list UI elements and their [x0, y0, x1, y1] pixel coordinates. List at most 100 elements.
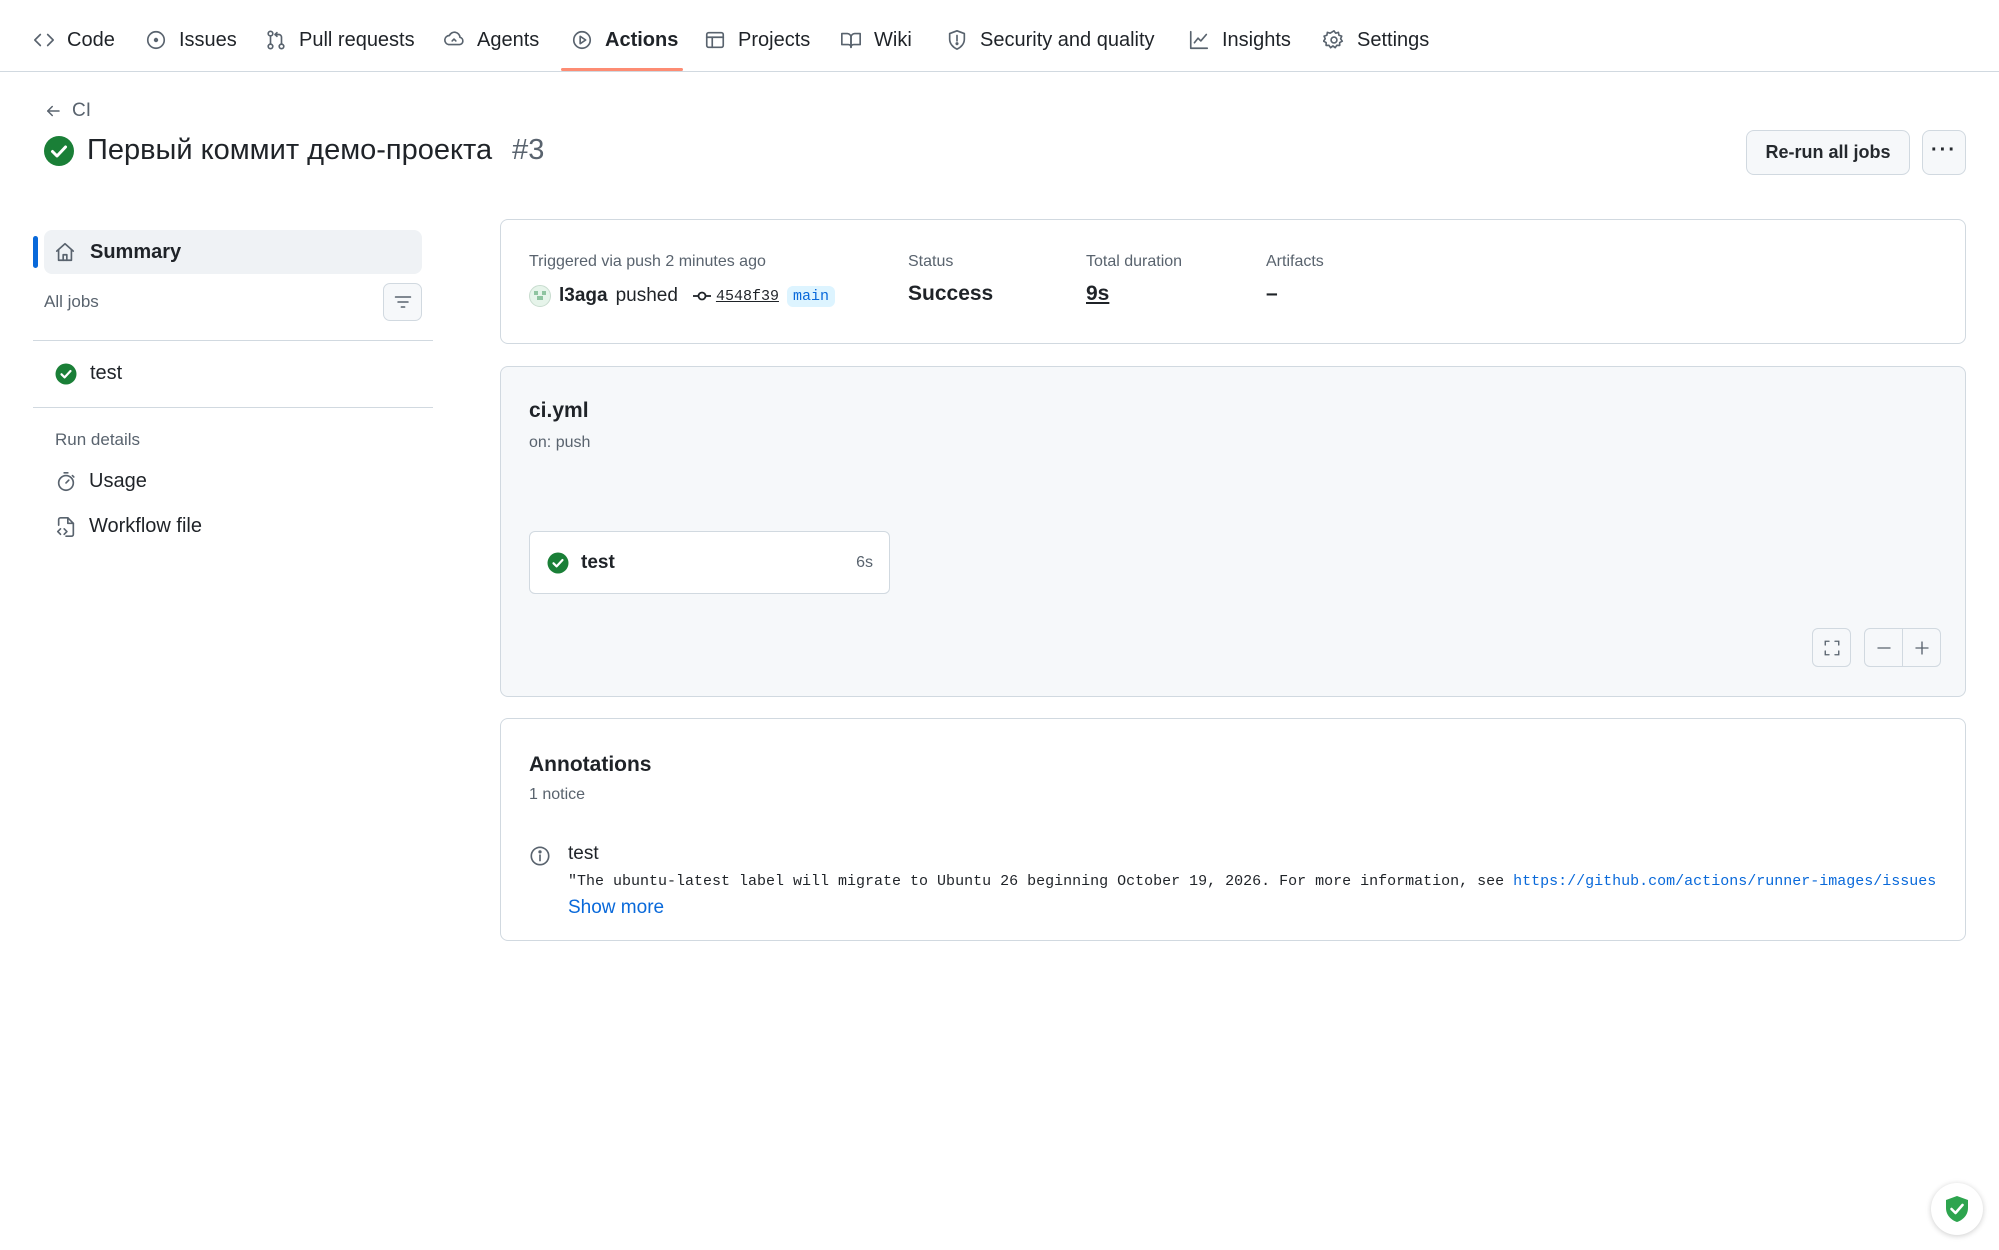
tab-label: Projects [738, 28, 811, 51]
sidebar-item-usage[interactable]: Usage [55, 470, 147, 493]
tab-label: Issues [179, 28, 237, 51]
trigger-label: Triggered via push 2 minutes ago [529, 253, 766, 270]
file-code-icon [56, 516, 75, 537]
tab-code[interactable]: Code [33, 20, 115, 60]
sidebar-item-label: Workflow file [89, 515, 202, 537]
page-title-row: Первый коммит демо-проекта #3 [43, 134, 544, 167]
all-jobs-heading: All jobs [44, 292, 99, 311]
trigger-details: l3aga pushed 4548f39 main [529, 285, 835, 307]
annotation-link[interactable]: https://github.com/actions/runner-images… [1513, 873, 1936, 890]
sidebar-item-label: Usage [89, 470, 147, 492]
tab-label: Insights [1222, 28, 1291, 51]
sidebar-item-workflow-file[interactable]: Workflow file [55, 515, 202, 538]
tab-pull-requests[interactable]: Pull requests [265, 20, 415, 60]
tab-label: Actions [605, 28, 679, 51]
avatar[interactable] [529, 285, 551, 307]
tab-issues[interactable]: Issues [145, 20, 237, 60]
agents-icon [444, 31, 464, 46]
action-text: pushed [615, 285, 678, 306]
annotations-title: Annotations [529, 753, 652, 776]
run-summary-panel: Triggered via push 2 minutes ago l3aga p… [500, 219, 1966, 344]
code-icon [34, 33, 54, 47]
check-circle-icon [55, 363, 77, 384]
tab-projects[interactable]: Projects [704, 20, 810, 60]
filter-icon [394, 296, 411, 308]
zoom-in-button[interactable] [1903, 629, 1940, 666]
tab-wiki[interactable]: Wiki [840, 20, 912, 60]
book-icon [841, 32, 861, 49]
info-icon [530, 846, 550, 866]
sidebar-item-label: test [90, 362, 123, 384]
tab-label: Settings [1357, 28, 1430, 51]
security-badge[interactable] [1931, 1183, 1983, 1235]
sidebar-item-label: Summary [90, 240, 182, 263]
zoom-controls [1864, 628, 1941, 667]
back-to-workflow-link[interactable]: CI [44, 100, 91, 122]
arrow-left-icon [47, 105, 60, 117]
artifacts-value: – [1266, 282, 1278, 305]
check-circle-icon [547, 552, 569, 573]
tab-label: Security and quality [980, 28, 1155, 51]
run-number: #3 [512, 134, 545, 166]
graph-icon [1189, 30, 1209, 50]
tab-settings[interactable]: Settings [1323, 20, 1429, 60]
annotation-message: "The ubuntu-latest label will migrate to… [568, 873, 1948, 890]
pull-request-icon [267, 30, 285, 50]
shield-check-icon [1946, 1196, 1968, 1222]
zoom-out-button[interactable] [1865, 629, 1903, 666]
workflow-graph-panel: ci.yml on: push test 6s [500, 366, 1966, 697]
commit-sha: 4548f39 [715, 287, 779, 305]
annotation-job: test [568, 843, 599, 864]
info-icon-wrap [529, 845, 551, 867]
divider [33, 407, 433, 408]
page-title: Первый коммит демо-проекта [87, 134, 493, 166]
fullscreen-button[interactable] [1812, 628, 1851, 667]
actor-link[interactable]: l3aga [559, 285, 608, 307]
stopwatch-icon [57, 471, 75, 491]
home-icon [55, 242, 75, 262]
git-commit-icon [692, 291, 711, 301]
table-icon [705, 31, 725, 49]
play-icon [572, 30, 592, 50]
workflow-trigger: on: push [529, 434, 591, 451]
annotations-count: 1 notice [529, 786, 586, 803]
gear-icon [1323, 30, 1344, 49]
tab-security[interactable]: Security and quality [946, 20, 1155, 60]
identicon-icon [534, 291, 546, 300]
show-more-link[interactable]: Show more [568, 897, 664, 919]
job-duration: 6s [856, 553, 873, 571]
annotation-message-text: "The ubuntu-latest label will migrate to… [568, 873, 1514, 890]
more-options-button[interactable]: ··· [1922, 130, 1966, 175]
tab-label: Wiki [874, 28, 912, 51]
minus-icon [1876, 646, 1891, 649]
workflow-file-name: ci.yml [529, 399, 589, 422]
sidebar-item-summary[interactable]: Summary [44, 230, 422, 274]
status-value: Success [908, 282, 994, 305]
commit-link[interactable]: 4548f39 [692, 288, 779, 305]
repo-nav: Code Issues Pull requests Agents Actions… [0, 0, 1999, 72]
duration-value[interactable]: 9s [1086, 282, 1109, 306]
check-circle-icon [44, 135, 74, 166]
shield-icon [948, 30, 966, 50]
tab-insights[interactable]: Insights [1188, 20, 1291, 60]
kebab-icon: ··· [1931, 138, 1957, 161]
fullscreen-icon [1824, 640, 1839, 655]
back-label: CI [72, 100, 91, 121]
filter-jobs-button[interactable] [383, 283, 422, 321]
divider [33, 340, 433, 341]
tab-label: Pull requests [299, 28, 415, 51]
job-card-test[interactable]: test 6s [529, 531, 890, 594]
branch-badge[interactable]: main [786, 285, 835, 307]
issue-icon [146, 30, 166, 50]
selected-indicator [33, 236, 38, 268]
tab-actions[interactable]: Actions [571, 20, 678, 60]
rerun-all-jobs-button[interactable]: Re-run all jobs [1746, 130, 1910, 175]
artifacts-label: Artifacts [1266, 253, 1324, 270]
annotations-panel: Annotations 1 notice test "The ubuntu-la… [500, 718, 1966, 941]
duration-label: Total duration [1086, 253, 1183, 270]
sidebar-item-job-test[interactable]: test [55, 362, 122, 385]
plus-icon [1914, 640, 1929, 655]
active-tab-indicator [561, 68, 683, 71]
tab-label: Code [67, 28, 115, 51]
tab-agents[interactable]: Agents [443, 20, 539, 60]
